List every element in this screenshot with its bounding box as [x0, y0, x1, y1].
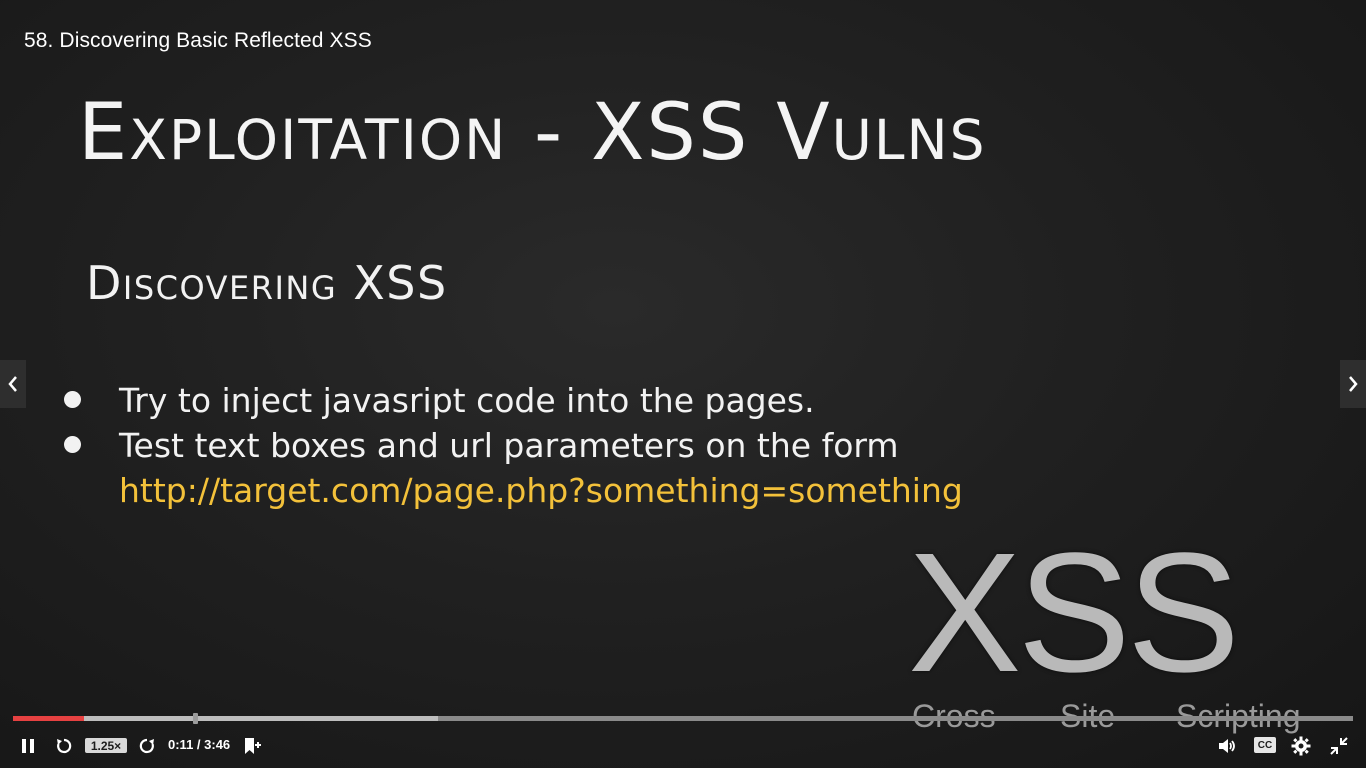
bullet-text: Test text boxes and url parameters on th… — [119, 426, 899, 465]
xss-logo-text: XSS — [908, 518, 1240, 708]
time-display: 0:11 / 3:46 — [168, 737, 231, 752]
chevron-right-icon — [1349, 376, 1358, 392]
rewind-icon — [57, 738, 72, 754]
settings-icon — [1291, 736, 1311, 756]
settings-button[interactable] — [1290, 735, 1312, 757]
rewind-button[interactable] — [54, 736, 74, 756]
volume-button[interactable] — [1216, 736, 1238, 756]
player-controls: 1.25× 0:11 / 3:46 CC — [0, 726, 1366, 766]
forward-icon — [139, 738, 154, 754]
add-bookmark-button[interactable] — [241, 735, 263, 757]
captions-button[interactable]: CC — [1254, 737, 1276, 753]
volume-icon — [1219, 739, 1235, 753]
bullet-dot-icon — [64, 391, 81, 408]
bullet-dot-icon — [64, 436, 81, 453]
bookmark-add-icon — [245, 738, 261, 754]
bullet-list: Try to inject javasript code into the pa… — [62, 378, 963, 513]
progress-marker[interactable] — [193, 713, 198, 724]
video-title: 58. Discovering Basic Reflected XSS — [24, 29, 372, 52]
progress-played — [13, 716, 85, 721]
exit-fullscreen-icon — [1330, 737, 1348, 755]
progress-bar[interactable] — [13, 713, 1353, 724]
slide-subheading: Discovering XSS — [86, 256, 448, 310]
bullet-text: Try to inject javasript code into the pa… — [119, 381, 815, 420]
exit-fullscreen-button[interactable] — [1328, 735, 1350, 757]
pause-icon — [22, 739, 34, 753]
chevron-left-icon — [8, 376, 17, 392]
previous-lecture-button[interactable] — [0, 360, 26, 408]
bullet-item: Try to inject javasript code into the pa… — [62, 378, 963, 423]
pause-button[interactable] — [18, 736, 38, 756]
video-stage[interactable]: 58. Discovering Basic Reflected XSS Expl… — [0, 0, 1366, 768]
xss-logo: XSS Cross Site Scripting — [908, 528, 1308, 740]
playback-speed-button[interactable]: 1.25× — [85, 738, 127, 753]
next-lecture-button[interactable] — [1340, 360, 1366, 408]
bullet-item: Test text boxes and url parameters on th… — [62, 423, 963, 468]
slide-heading: Exploitation - XSS Vulns — [78, 88, 987, 178]
example-url: http://target.com/page.php?something=som… — [119, 471, 963, 510]
forward-button[interactable] — [137, 736, 157, 756]
